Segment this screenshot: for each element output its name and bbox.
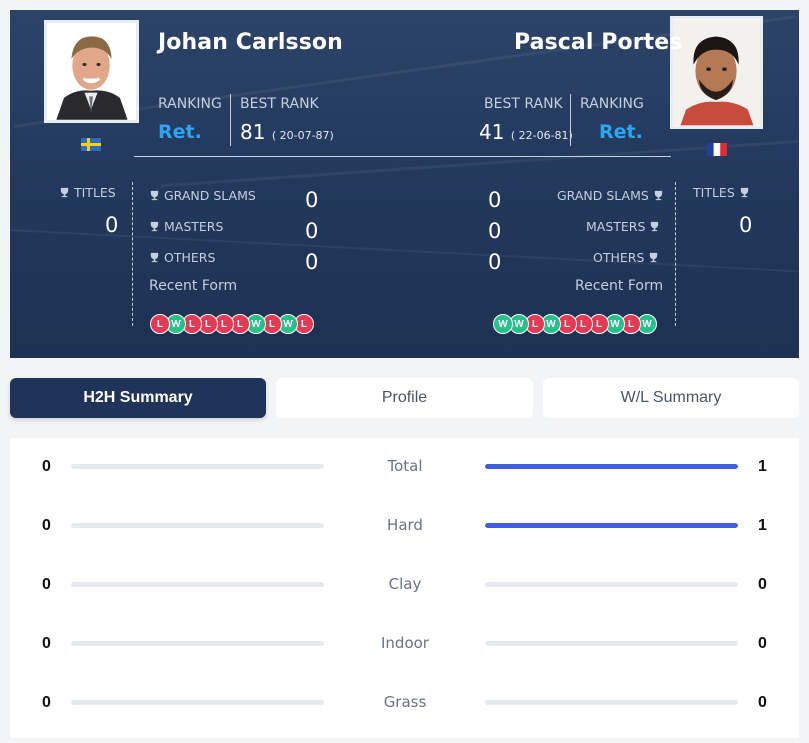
h2h-row-hard: 0 Hard 1 — [10, 511, 799, 541]
win-badge[interactable]: W — [493, 314, 513, 334]
divider — [570, 94, 571, 146]
player1-bar — [71, 523, 324, 528]
player2-recent-form-label: Recent Form — [575, 278, 664, 294]
player1-bar — [71, 700, 324, 705]
player1-best-rank: 81 ( 20-07-87) — [240, 120, 334, 144]
surface-label: Total — [387, 457, 423, 475]
player2-best-rank-label: BEST RANK — [484, 96, 563, 112]
player1-bar — [71, 582, 324, 587]
loss-badge[interactable]: L — [150, 314, 170, 334]
player2-bar — [485, 582, 738, 587]
sweden-flag-icon — [81, 138, 101, 151]
player2-ranking-label: RANKING — [580, 96, 644, 112]
trophy-icon — [60, 187, 69, 198]
surface-label: Hard — [387, 516, 423, 534]
player1-count: 0 — [42, 694, 51, 711]
player1-titles-label: TITLES — [59, 185, 116, 200]
h2h-row-total: 0 Total 1 — [10, 452, 799, 482]
surface-label: Grass — [383, 693, 427, 711]
player2-masters: 0 — [488, 219, 502, 243]
player1-grand-slams: 0 — [305, 188, 319, 212]
trophy-icon — [150, 252, 159, 263]
header-divider — [134, 156, 671, 157]
player1-others-label: OTHERS — [149, 250, 215, 265]
tab-h2h-summary[interactable]: H2H Summary — [10, 378, 266, 418]
player1-recent-form-label: Recent Form — [149, 278, 238, 294]
player1-bar — [71, 464, 324, 469]
player2-others-label: OTHERS — [593, 250, 659, 265]
trophy-icon — [740, 187, 748, 198]
player1-best-rank-label: BEST RANK — [240, 96, 319, 112]
trophy-icon — [150, 190, 159, 201]
trophy-icon — [654, 190, 662, 201]
player1-titles: 0 — [105, 213, 119, 237]
player2-count: 0 — [758, 576, 767, 593]
player1-bar — [71, 641, 324, 646]
player2-bar — [485, 700, 738, 705]
trophy-icon — [650, 252, 658, 263]
player2-ranking: Ret. — [599, 121, 643, 143]
player1-count: 0 — [42, 576, 51, 593]
trophy-icon — [150, 221, 159, 232]
player2-bar — [485, 523, 738, 528]
player2-bar-fill — [485, 523, 738, 528]
player1-count: 0 — [42, 635, 51, 652]
player2-others: 0 — [488, 250, 502, 274]
tab-wl-summary[interactable]: W/L Summary — [543, 378, 799, 418]
player1-masters-label: MASTERS — [149, 219, 223, 234]
court-line — [10, 226, 799, 276]
player1-name[interactable]: Johan Carlsson — [158, 30, 343, 55]
player2-titles: 0 — [739, 213, 753, 237]
player1-photo[interactable] — [44, 20, 139, 123]
h2h-summary-panel: 0 Total 1 0 Hard 1 0 Clay 0 0 Indoor 0 0 Grass 0 — [10, 438, 799, 738]
player1-count: 0 — [42, 517, 51, 534]
h2h-row-indoor: 0 Indoor 0 — [10, 629, 799, 659]
player2-bar-fill — [485, 464, 738, 469]
surface-label: Clay — [388, 575, 422, 593]
player2-titles-label: TITLES — [693, 185, 750, 200]
player1-best-rank-value: 81 — [240, 120, 266, 144]
divider — [675, 182, 676, 326]
surface-label: Indoor — [381, 634, 429, 652]
player2-count: 1 — [758, 458, 767, 475]
player2-bar — [485, 464, 738, 469]
trophy-icon — [651, 221, 659, 232]
player1-recent-form: LWLLLLWLWL — [150, 314, 320, 334]
player1-others: 0 — [305, 250, 319, 274]
player2-count: 0 — [758, 694, 767, 711]
player2-best-rank: 41 ( 22-06-81) — [479, 120, 573, 144]
player2-count: 1 — [758, 517, 767, 534]
player2-recent-form: WWLWLLLWLW — [493, 314, 663, 334]
player1-masters: 0 — [305, 219, 319, 243]
divider — [230, 94, 231, 146]
france-flag-icon — [707, 143, 727, 156]
h2h-row-clay: 0 Clay 0 — [10, 570, 799, 600]
player2-masters-label: MASTERS — [586, 219, 660, 234]
player1-best-rank-date: ( 20-07-87) — [271, 129, 334, 142]
player2-grand-slams: 0 — [488, 188, 502, 212]
player1-count: 0 — [42, 458, 51, 475]
player2-count: 0 — [758, 635, 767, 652]
player2-name[interactable]: Pascal Portes — [514, 30, 682, 55]
player1-ranking-label: RANKING — [158, 96, 222, 112]
player2-best-rank-value: 41 — [479, 120, 505, 144]
player2-grand-slams-label: GRAND SLAMS — [557, 188, 664, 203]
player1-ranking: Ret. — [158, 121, 202, 143]
tab-profile[interactable]: Profile — [276, 378, 533, 418]
player2-bar — [485, 641, 738, 646]
h2h-header: Johan Carlsson RANKING Ret. BEST RANK 81… — [10, 10, 799, 358]
divider — [132, 182, 133, 326]
player2-best-rank-date: ( 22-06-81) — [510, 129, 573, 142]
player1-grand-slams-label: GRAND SLAMS — [149, 188, 256, 203]
h2h-row-grass: 0 Grass 0 — [10, 688, 799, 718]
player2-photo[interactable] — [670, 16, 763, 129]
